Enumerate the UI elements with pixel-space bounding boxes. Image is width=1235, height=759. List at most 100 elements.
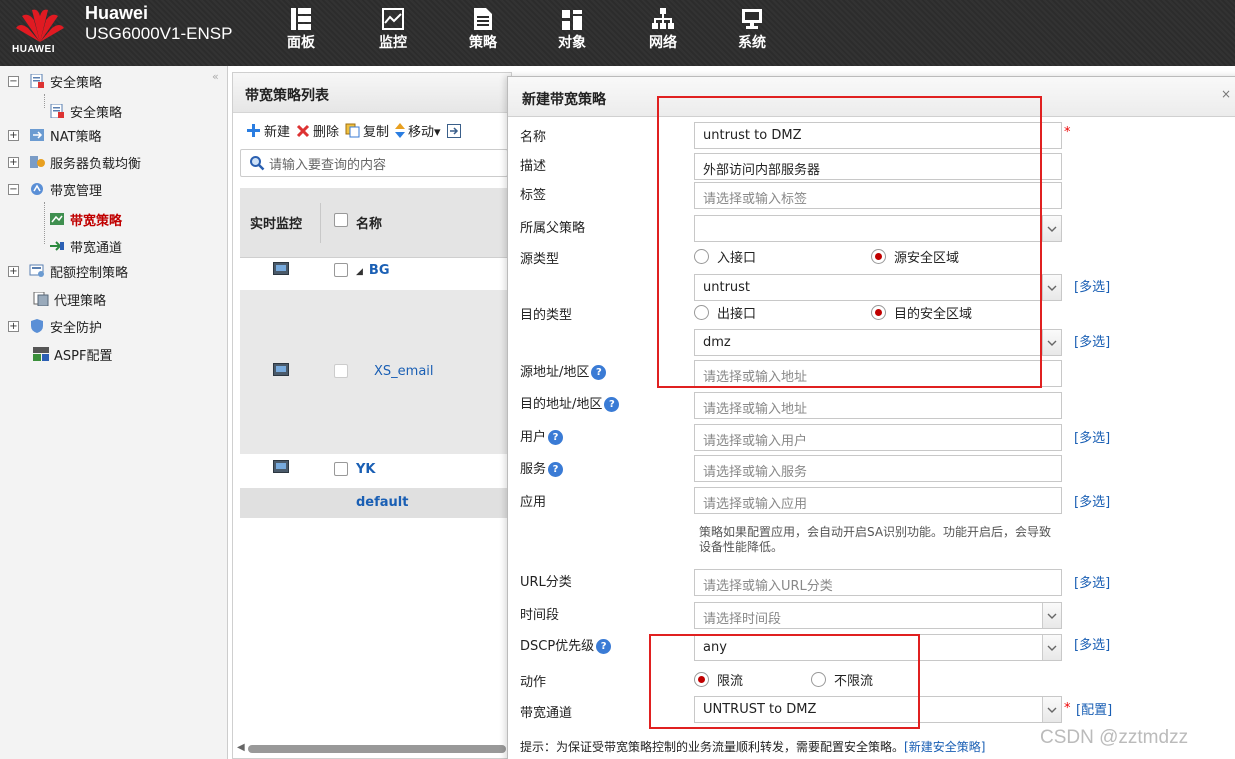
nav-system[interactable]: 系统 (738, 0, 766, 66)
row-name-text: BG (368, 263, 390, 278)
column-header-monitor: 实时监控 (250, 217, 303, 232)
chevron-down-icon[interactable] (1042, 275, 1061, 300)
nav-monitor-label: 监控 (379, 35, 407, 51)
name-label: 名称 (520, 130, 547, 145)
realtime-monitor-icon[interactable] (273, 262, 289, 275)
tree-line (44, 94, 45, 108)
sidebar-item-security-policy[interactable]: 安全策略 (49, 99, 122, 123)
table-row[interactable]: default (240, 488, 512, 518)
application-multiselect-link[interactable]: [多选] (1074, 491, 1110, 510)
chevron-down-icon[interactable] (1042, 216, 1061, 241)
table-row[interactable]: ◢ BG (240, 258, 512, 290)
source-type-label: 源类型 (520, 252, 560, 267)
row-checkbox[interactable] (334, 263, 348, 277)
source-zone-multiselect-link[interactable]: [多选] (1074, 276, 1110, 295)
nav-network[interactable]: 网络 (649, 0, 677, 66)
destination-address-field[interactable]: 请选择或输入地址 (694, 392, 1062, 419)
horizontal-scrollbar[interactable] (248, 745, 506, 753)
delete-button[interactable]: 删除 (296, 121, 339, 140)
row-name[interactable]: default (356, 495, 408, 510)
sidebar-item-proxy-policy[interactable]: 代理策略 (33, 287, 106, 311)
collapse-icon[interactable]: − (8, 183, 19, 195)
proxy-icon (33, 292, 49, 306)
nav-object[interactable]: 对象 (558, 0, 586, 66)
sidebar-item-quota-policy[interactable]: + 配额控制策略 (8, 259, 128, 283)
configure-channel-link[interactable]: [配置] (1076, 699, 1112, 718)
copy-button[interactable]: 复制 (345, 121, 389, 140)
row-name[interactable]: ◢ BG (356, 263, 390, 278)
search-input[interactable]: 请输入要查询的内容 (240, 149, 508, 177)
row-name[interactable]: XS_email (374, 364, 434, 379)
application-field[interactable]: 请选择或输入应用 (694, 487, 1062, 514)
row-name[interactable]: YK (356, 462, 376, 477)
sidebar-item-bandwidth-mgmt[interactable]: − 带宽管理 (8, 177, 102, 201)
help-icon[interactable]: ? (604, 397, 620, 412)
expand-icon[interactable]: + (8, 320, 19, 332)
nav-dashboard[interactable]: 面板 (287, 0, 315, 66)
time-range-label: 时间段 (520, 608, 560, 623)
sidebar-item-aspf[interactable]: ASPF配置 (33, 342, 112, 366)
dscp-label: DSCP优先级? (520, 635, 612, 654)
nav-policy[interactable]: 策略 (469, 0, 497, 66)
sidebar-item-nat-policy[interactable]: + NAT策略 (8, 123, 102, 147)
dscp-multiselect-link[interactable]: [多选] (1074, 634, 1110, 653)
scroll-left-icon[interactable]: ◀ (237, 742, 245, 753)
chevron-down-icon[interactable] (1042, 697, 1061, 722)
policy-doc-icon (50, 104, 64, 118)
help-icon[interactable]: ? (596, 639, 612, 654)
destination-zone-multiselect-link[interactable]: [多选] (1074, 331, 1110, 350)
row-checkbox[interactable] (334, 462, 348, 476)
aspf-icon (33, 347, 49, 361)
service-field[interactable]: 请选择或输入服务 (694, 455, 1062, 482)
sidebar-item-label: 带宽管理 (50, 183, 103, 199)
expand-icon[interactable]: + (8, 129, 19, 141)
url-category-field[interactable]: 请选择或输入URL分类 (694, 569, 1062, 596)
move-button[interactable]: 移动▾ (395, 121, 441, 140)
help-icon[interactable]: ? (548, 430, 564, 445)
sidebar-tree: « − 安全策略 安全策略 + NAT策略 + 服务器负载均衡 − 带宽管理 带… (0, 66, 228, 759)
realtime-monitor-icon[interactable] (273, 460, 289, 473)
nav-monitor[interactable]: 监控 (379, 0, 407, 66)
new-button[interactable]: 新建 (246, 121, 290, 140)
select-all-checkbox[interactable] (334, 213, 348, 227)
move-button-label: 移动▾ (408, 125, 441, 140)
expand-triangle-icon[interactable]: ◢ (356, 267, 363, 277)
user-label-text: 用户 (520, 430, 547, 445)
expand-icon[interactable]: + (8, 156, 19, 168)
user-field[interactable]: 请选择或输入用户 (694, 424, 1062, 451)
chevron-down-icon[interactable] (1042, 330, 1061, 355)
brand: Huawei USG6000V1-ENSP (85, 3, 232, 44)
close-icon[interactable]: × (1221, 87, 1231, 101)
nav-network-label: 网络 (649, 35, 677, 51)
table-row[interactable]: YK (240, 455, 512, 487)
sidebar-item-bandwidth-channel[interactable]: 带宽通道 (49, 234, 122, 258)
sidebar-item-security-policy-group[interactable]: − 安全策略 (8, 69, 102, 93)
new-security-policy-link[interactable]: [新建安全策略] (904, 740, 985, 754)
sidebar-item-label: 安全策略 (70, 105, 123, 121)
chevron-down-icon[interactable] (1042, 603, 1061, 628)
description-label: 描述 (520, 159, 547, 174)
sidebar-item-bandwidth-policy[interactable]: 带宽策略 (49, 207, 122, 231)
row-checkbox[interactable] (334, 364, 348, 378)
sidebar-item-security-protection[interactable]: + 安全防护 (8, 314, 102, 338)
expand-icon[interactable]: + (8, 265, 19, 277)
list-toolbar: 新建 删除 复制 移动▾ (246, 121, 461, 140)
url-category-multiselect-link[interactable]: [多选] (1074, 572, 1110, 591)
realtime-monitor-icon[interactable] (273, 363, 289, 376)
table-row[interactable]: XS_email (240, 290, 512, 454)
tree-line (44, 202, 45, 244)
user-multiselect-link[interactable]: [多选] (1074, 427, 1110, 446)
device-model: USG6000V1-ENSP (85, 24, 233, 43)
sidebar-item-label: 服务器负载均衡 (50, 156, 142, 172)
channel-icon (50, 241, 64, 251)
time-range-select[interactable]: 请选择时间段 (694, 602, 1062, 629)
chevron-down-icon[interactable] (1042, 635, 1061, 660)
collapse-sidebar-icon[interactable]: « (212, 70, 219, 83)
dscp-label-text: DSCP优先级 (520, 639, 595, 654)
export-button[interactable] (446, 123, 461, 138)
sidebar-item-slb[interactable]: + 服务器负载均衡 (8, 150, 141, 174)
column-header-name: 名称 (356, 217, 383, 232)
collapse-icon[interactable]: − (8, 75, 19, 87)
help-icon[interactable]: ? (591, 365, 607, 380)
help-icon[interactable]: ? (548, 462, 564, 477)
